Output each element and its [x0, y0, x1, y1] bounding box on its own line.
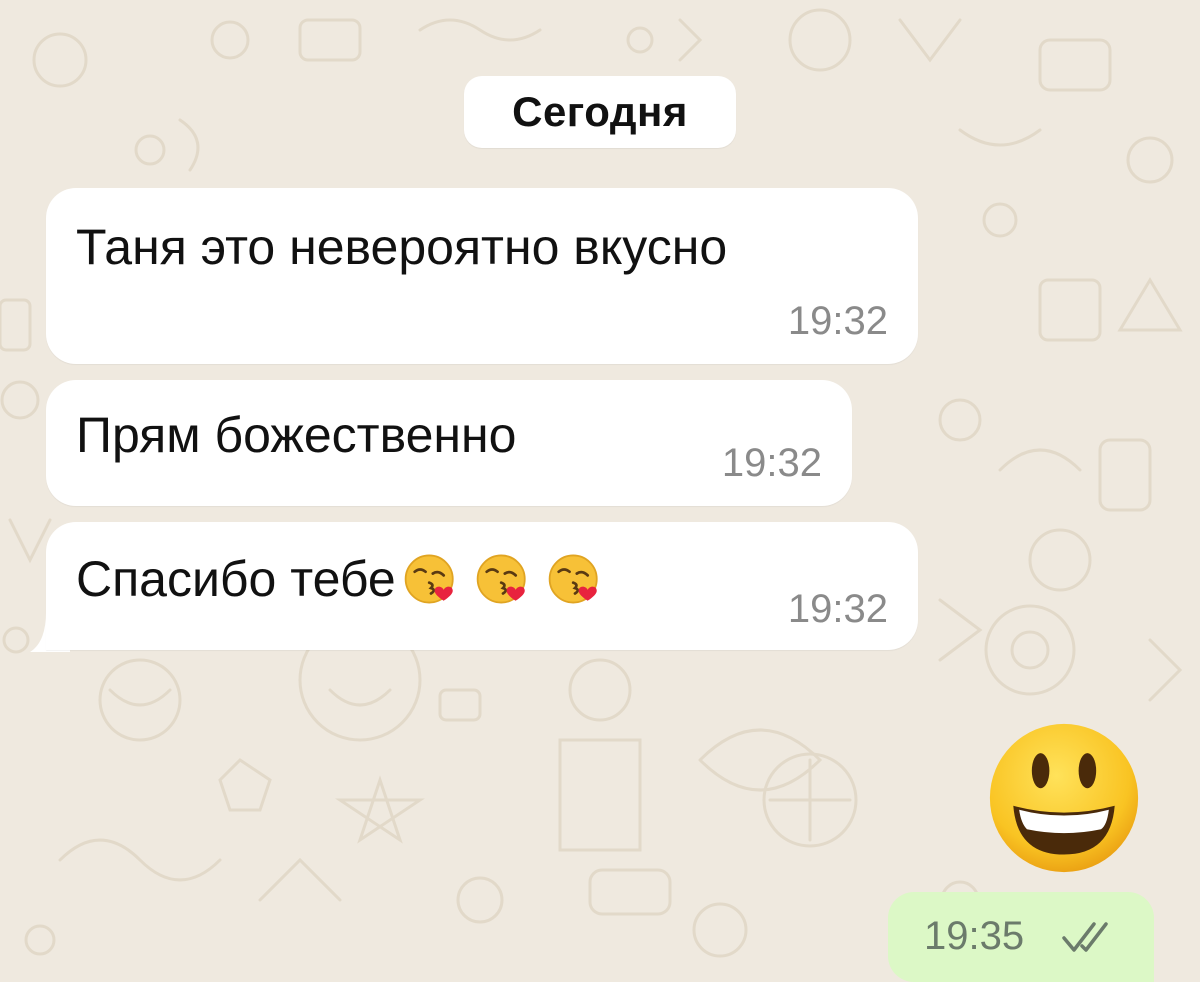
message-time: 19:35	[924, 914, 1025, 958]
face-blowing-kiss-icon	[474, 550, 532, 608]
incoming-message[interactable]: Спасибо тебе 19:32	[46, 522, 918, 650]
message-time: 19:32	[787, 587, 888, 631]
message-text: Прям божественно	[76, 407, 517, 463]
double-check-icon	[1062, 922, 1108, 952]
message-time: 19:32	[787, 299, 888, 343]
message-text: Таня это невероятно вкусно	[76, 219, 728, 275]
message-text: Спасибо тебе	[76, 551, 396, 607]
grinning-face-big-eyes-icon[interactable]	[986, 720, 1142, 876]
incoming-message[interactable]: Прям божественно 19:32	[46, 380, 852, 506]
emoji-group	[402, 550, 604, 608]
face-blowing-kiss-icon	[402, 550, 460, 608]
message-time: 19:32	[721, 441, 822, 485]
incoming-message[interactable]: Таня это невероятно вкусно 19:32	[46, 188, 918, 364]
outgoing-message[interactable]: 19:35	[888, 892, 1154, 982]
face-blowing-kiss-icon	[546, 550, 604, 608]
message-content: Спасибо тебе	[76, 550, 604, 612]
date-divider: Сегодня	[464, 76, 736, 148]
